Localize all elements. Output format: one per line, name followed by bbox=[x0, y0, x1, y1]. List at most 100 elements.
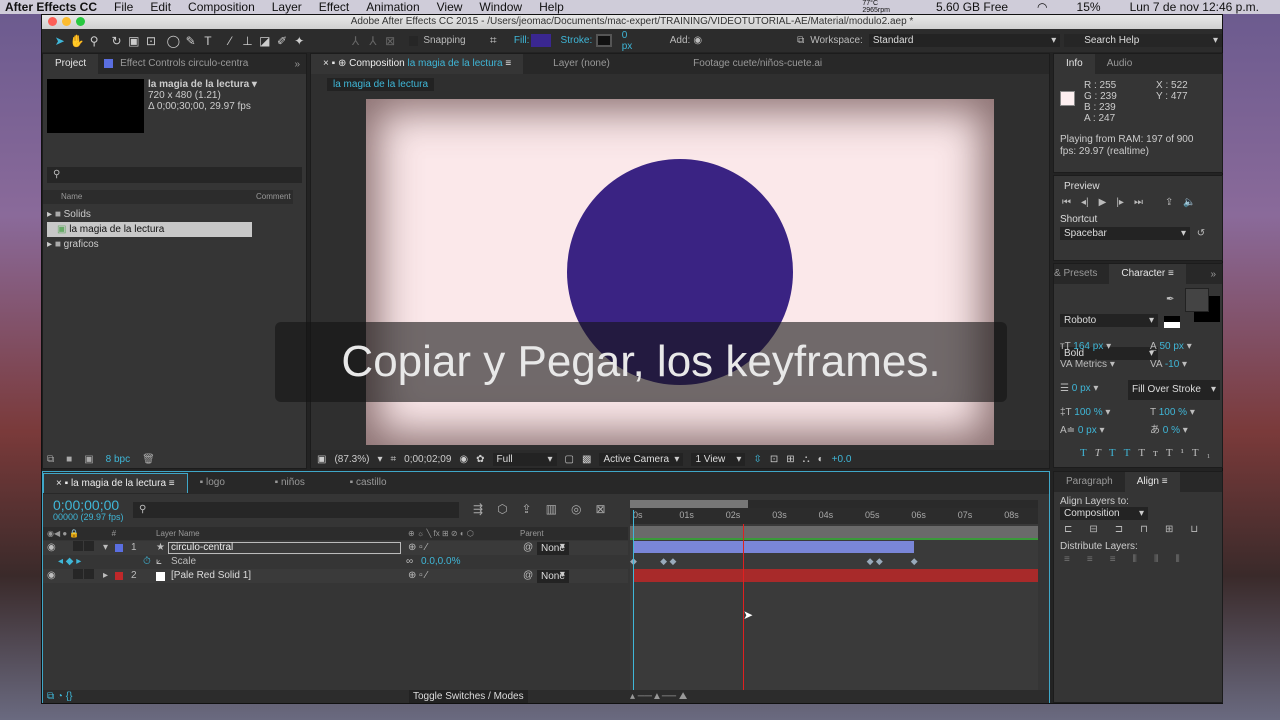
constrain-proportions-icon[interactable]: ∞ bbox=[406, 555, 413, 569]
visibility-eye-icon[interactable]: ◉ bbox=[47, 569, 56, 583]
menu-file[interactable]: File bbox=[114, 0, 133, 14]
time-ruler[interactable]: 0s 01s 02s 03s 04s 05s 06s 07s 08s bbox=[630, 508, 1038, 524]
tab-timeline-main[interactable]: × ▪ la magia de la lectura ≡ bbox=[43, 473, 188, 493]
menu-window[interactable]: Window bbox=[479, 0, 522, 14]
all-caps-button[interactable]: TT bbox=[1109, 447, 1138, 459]
workspace-icon[interactable]: ⧉ bbox=[797, 35, 804, 46]
distribute-top-icon[interactable]: ≡ bbox=[1064, 554, 1070, 565]
view-axis-icon[interactable]: ⊠ bbox=[383, 34, 398, 48]
project-search-input[interactable]: ⚲ bbox=[47, 167, 302, 183]
draft-3d-icon[interactable]: ⬡ bbox=[497, 502, 507, 516]
comp-zoom-select[interactable]: (87.3%) bbox=[334, 454, 369, 465]
eyedropper-icon[interactable]: ✒ bbox=[1166, 294, 1174, 305]
shy-layers-icon[interactable]: ⇪ bbox=[522, 502, 532, 516]
close-button[interactable] bbox=[48, 17, 57, 26]
prev-frame-icon[interactable]: ◂| bbox=[1081, 197, 1089, 208]
distribute-hcenter-icon[interactable]: ⦀ bbox=[1154, 554, 1158, 565]
tsume[interactable]: 0 % bbox=[1163, 425, 1180, 436]
color-channel-icon[interactable]: ✿ bbox=[476, 454, 484, 465]
minimize-button[interactable] bbox=[62, 17, 71, 26]
resolution-select[interactable]: Full bbox=[492, 452, 557, 466]
exposure-value[interactable]: +0.0 bbox=[832, 454, 852, 465]
rotate-tool-icon[interactable]: ↻ bbox=[109, 34, 124, 48]
tab-effect-controls[interactable]: Effect Controls circulo-centra bbox=[98, 54, 260, 74]
align-hcenter-icon[interactable]: ⊟ bbox=[1089, 524, 1097, 535]
workspace-select[interactable]: Standard bbox=[868, 34, 1061, 47]
exposure-icon[interactable]: ◐ bbox=[818, 454, 824, 465]
search-help-input[interactable]: Search Help bbox=[1064, 34, 1222, 47]
timeline-search-input[interactable]: ⚲ bbox=[133, 502, 459, 518]
keyframe-marker[interactable]: ◆ bbox=[669, 556, 676, 567]
property-row-scale[interactable]: ◂ ◆ ▸ ⏱ ⟀ Scale ∞ 0.0,0.0% bbox=[43, 555, 628, 569]
kerning[interactable]: Metrics bbox=[1075, 359, 1107, 370]
layer-bar-pale-red-solid[interactable] bbox=[633, 569, 1038, 582]
project-item-graficos[interactable]: ▸ ■ graficos bbox=[47, 237, 293, 252]
tab-project[interactable]: Project bbox=[43, 54, 99, 74]
add-icon[interactable]: ◉ bbox=[693, 35, 702, 46]
work-area-navigator[interactable] bbox=[630, 500, 1038, 508]
frame-blending-icon[interactable]: ▥ bbox=[546, 502, 557, 516]
menu-effect[interactable]: Effect bbox=[319, 0, 349, 14]
layer-name[interactable]: [Pale Red Solid 1] bbox=[171, 569, 251, 583]
mask-feather-icon[interactable]: ⌗ bbox=[486, 33, 501, 48]
superscript-button[interactable]: T¹ bbox=[1166, 447, 1192, 459]
keyframe-marker[interactable]: ◆ bbox=[867, 556, 874, 567]
world-axis-icon[interactable]: ⅄ bbox=[365, 34, 380, 48]
label-color[interactable] bbox=[115, 544, 123, 552]
play-icon[interactable]: ▶ bbox=[1099, 197, 1107, 208]
scale-value[interactable]: 0.0,0.0% bbox=[421, 555, 460, 569]
subscript-button[interactable]: T₁ bbox=[1192, 447, 1219, 459]
align-bottom-icon[interactable]: ⊔ bbox=[1190, 524, 1198, 535]
horizontal-scale[interactable]: 100 % bbox=[1159, 407, 1187, 418]
zoom-tool-icon[interactable]: ⚲ bbox=[87, 34, 102, 48]
tab-timeline-logo[interactable]: ▪ logo bbox=[188, 473, 263, 493]
layer-row[interactable]: ◉ ▾ 1 ★ circulo-central ⊕ ▫ ⁄ @ None bbox=[43, 541, 628, 555]
current-time[interactable]: 0;00;02;09 bbox=[404, 454, 451, 465]
keyframe-marker[interactable]: ◆ bbox=[660, 556, 667, 567]
stopwatch-icon[interactable]: ⏱ bbox=[143, 555, 151, 569]
wifi-icon[interactable]: ◠ bbox=[1037, 0, 1047, 14]
align-top-icon[interactable]: ⊓ bbox=[1140, 524, 1148, 535]
layer-bar-circulo-central[interactable] bbox=[633, 541, 914, 553]
pan-behind-tool-icon[interactable]: ⊡ bbox=[143, 34, 158, 48]
leading[interactable]: 50 px bbox=[1159, 341, 1183, 352]
tab-align[interactable]: Align ≡ bbox=[1124, 472, 1180, 492]
reset-icon[interactable]: ↺ bbox=[1197, 228, 1205, 239]
pixel-aspect-icon[interactable]: ⇳ bbox=[753, 454, 761, 465]
align-right-icon[interactable]: ⊐ bbox=[1115, 524, 1123, 535]
layer-name-header[interactable]: Layer Name bbox=[156, 527, 200, 540]
battery[interactable]: 15% bbox=[1077, 0, 1101, 14]
fill-swatch[interactable] bbox=[531, 34, 551, 47]
tab-effects-presets[interactable]: & Presets bbox=[1054, 264, 1109, 284]
timecode[interactable]: 0;00;00;00 bbox=[53, 497, 119, 513]
tab-paragraph[interactable]: Paragraph bbox=[1054, 472, 1125, 492]
graph-editor-icon[interactable]: ⊠ bbox=[595, 502, 605, 516]
comp-name[interactable]: la magia de la lectura ▾ bbox=[148, 79, 257, 90]
align-to-select[interactable]: Composition bbox=[1060, 507, 1148, 520]
menu-composition[interactable]: Composition bbox=[188, 0, 255, 14]
faux-italic-button[interactable]: T bbox=[1095, 447, 1109, 459]
new-comp-icon[interactable]: ▣ bbox=[84, 454, 93, 465]
parent-select[interactable]: None bbox=[537, 542, 569, 555]
small-caps-button[interactable]: Tт bbox=[1138, 447, 1166, 459]
tab-info[interactable]: Info bbox=[1054, 54, 1095, 74]
zoom-slider[interactable]: ▴ ──▲── ⛰ bbox=[630, 690, 687, 703]
time-graph[interactable]: 0s 01s 02s 03s 04s 05s 06s 07s 08s ◆◆◆◆◆◆ ➤ bbox=[630, 500, 1038, 690]
pen-tool-icon[interactable]: ✎ bbox=[183, 34, 198, 48]
stroke-mode-select[interactable]: Fill Over Stroke bbox=[1128, 380, 1220, 400]
parent-select[interactable]: None bbox=[537, 570, 569, 583]
align-vcenter-icon[interactable]: ⊞ bbox=[1165, 524, 1173, 535]
tab-layer[interactable]: Layer (none) bbox=[523, 54, 663, 74]
flowchart-icon[interactable]: ⛬ bbox=[803, 454, 810, 465]
keyframe-navigator[interactable]: ◂ ◆ ▸ bbox=[58, 555, 81, 569]
brush-tool-icon[interactable]: ⁄ bbox=[223, 34, 238, 48]
stroke-width[interactable]: 0 px bbox=[1072, 383, 1091, 394]
font-size[interactable]: 164 px bbox=[1073, 341, 1103, 352]
motion-blur-icon[interactable]: ◎ bbox=[571, 502, 581, 516]
layer-name-field[interactable]: circulo-central bbox=[168, 542, 401, 554]
selection-tool-icon[interactable]: ➤ bbox=[52, 34, 67, 48]
camera-tool-icon[interactable]: ▣ bbox=[126, 34, 141, 48]
align-left-icon[interactable]: ⊏ bbox=[1064, 524, 1072, 535]
tab-footage[interactable]: Footage cuete/niños-cuete.ai bbox=[663, 54, 834, 74]
toggle-switches-modes[interactable]: Toggle Switches / Modes bbox=[409, 690, 528, 703]
